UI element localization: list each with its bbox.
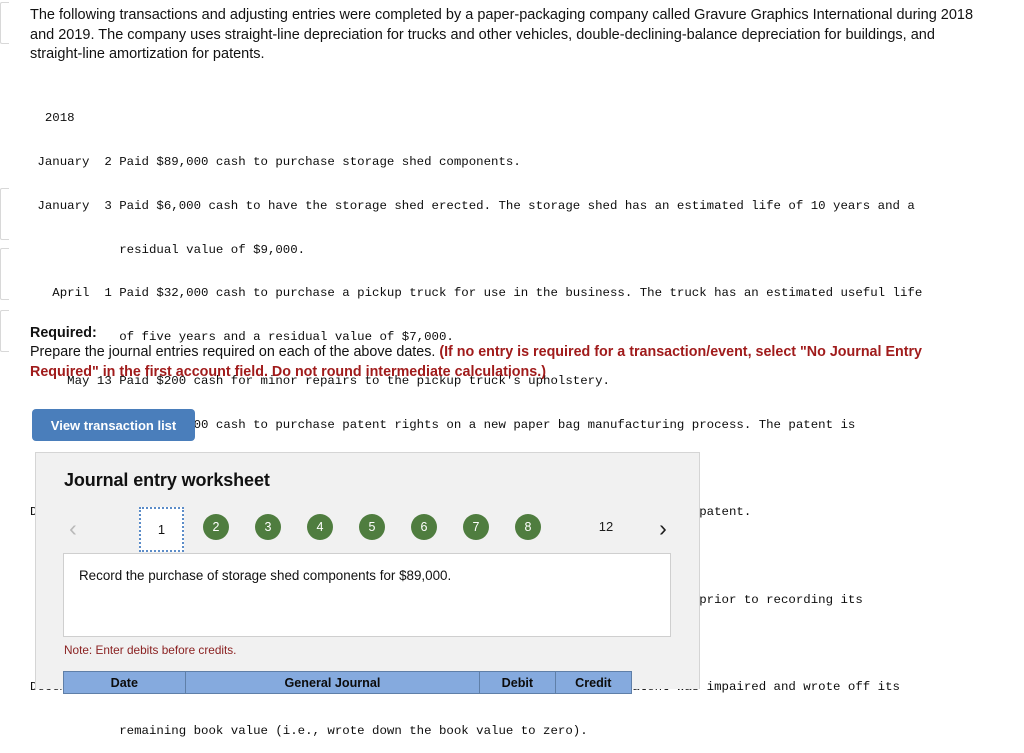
chevron-left-icon[interactable]: ‹ [62,513,84,543]
page-container-edge-top [0,2,9,44]
worksheet-instruction-text: Record the purchase of storage shed comp… [79,568,452,583]
column-header-date: Date [63,671,186,694]
transaction-line: 2018 [30,111,75,126]
pager-page-12[interactable]: 12 [591,514,621,540]
worksheet-pager: ‹ 1 2 3 4 5 6 7 8 12 › [62,507,674,552]
worksheet-instruction-box: Record the purchase of storage shed comp… [63,553,671,637]
transaction-line: residual value of $9,000. [30,242,306,257]
pager-page-5[interactable]: 5 [359,514,385,540]
transaction-line: April 1 Paid $32,000 cash to purchase a … [30,286,923,301]
journal-entry-table: Date General Journal Debit Credit [63,671,633,694]
required-body-text: Prepare the journal entries required on … [30,344,440,361]
view-transaction-list-button[interactable]: View transaction list [32,409,195,441]
table-header-row: Date General Journal Debit Credit [63,671,633,694]
required-heading: Required: [30,325,97,341]
problem-intro-text: The following transactions and adjusting… [30,7,974,62]
transaction-line: remaining book value (i.e., wrote down t… [30,724,588,739]
worksheet-note: Note: Enter debits before credits. [64,643,237,657]
page-container-edge-bottom [0,310,9,352]
page-container-edge-mid [0,188,9,240]
pager-page-6[interactable]: 6 [411,514,437,540]
chevron-right-icon[interactable]: › [652,513,674,543]
pager-page-7[interactable]: 7 [463,514,489,540]
required-section: Required: Prepare the journal entries re… [30,324,980,382]
pager-page-2[interactable]: 2 [203,514,229,540]
pager-page-8[interactable]: 8 [515,514,541,540]
column-header-debit: Debit [479,671,556,694]
column-header-general-journal: General Journal [184,671,481,694]
transaction-line: January 3 Paid $6,000 cash to have the s… [30,198,915,213]
journal-entry-worksheet-panel: Journal entry worksheet ‹ 1 2 3 4 5 6 7 … [35,452,700,694]
pager-page-1-selected[interactable]: 1 [139,507,184,552]
pager-page-4[interactable]: 4 [307,514,333,540]
worksheet-title: Journal entry worksheet [64,470,270,490]
page-container-edge-low [0,248,9,300]
column-header-credit: Credit [554,671,633,694]
transaction-line: January 2 Paid $89,000 cash to purchase … [30,154,521,169]
pager-page-3[interactable]: 3 [255,514,281,540]
